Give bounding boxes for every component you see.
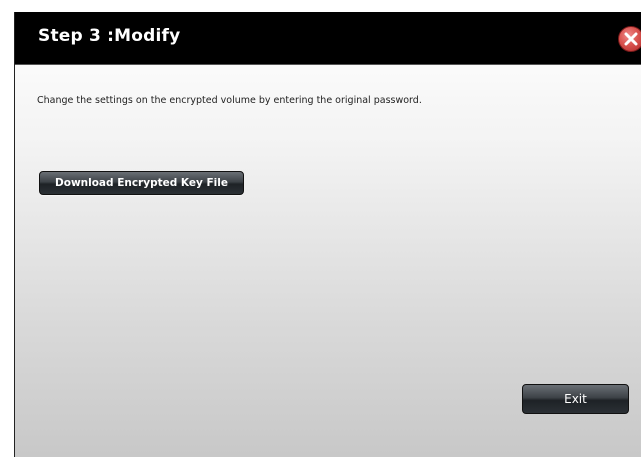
close-icon [624, 32, 638, 46]
exit-button[interactable]: Exit [522, 384, 629, 414]
download-encrypted-key-file-button[interactable]: Download Encrypted Key File [39, 171, 244, 195]
dialog-description: Change the settings on the encrypted vol… [37, 95, 422, 106]
dialog-title: Step 3 :Modify [38, 26, 181, 46]
modify-dialog: Step 3 :Modify Change the settings on th… [14, 12, 641, 457]
close-button[interactable] [618, 26, 641, 52]
dialog-titlebar: Step 3 :Modify [15, 12, 641, 65]
